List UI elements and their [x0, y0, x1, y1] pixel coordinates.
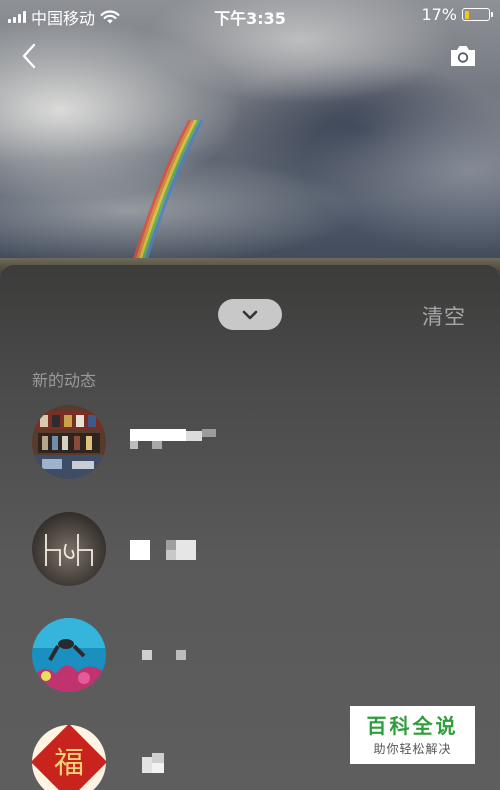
avatar[interactable]	[32, 405, 106, 479]
section-title: 新的动态	[32, 371, 97, 390]
avatar[interactable]	[32, 618, 106, 692]
camera-button[interactable]	[448, 42, 478, 70]
rainbow-graphic	[126, 120, 204, 280]
status-bar: 中国移动 下午3:35 17%	[0, 0, 500, 30]
name-redacted	[130, 749, 190, 775]
watermark-title: 百科全说	[366, 714, 459, 738]
watermark-logo: 百科全说 助你轻松解决	[350, 706, 475, 764]
svg-text:福: 福	[54, 746, 84, 781]
name-redacted	[130, 536, 200, 562]
chevron-down-icon	[242, 310, 258, 319]
camera-icon	[451, 46, 475, 66]
chevron-left-icon	[22, 43, 36, 69]
name-redacted	[130, 642, 190, 668]
avatar[interactable]: 福	[32, 725, 106, 790]
list-item[interactable]	[32, 512, 472, 588]
collapse-button[interactable]	[218, 299, 282, 330]
avatar[interactable]	[32, 512, 106, 586]
battery-percent: 17%	[421, 5, 457, 24]
back-button[interactable]	[16, 40, 46, 72]
status-right: 17%	[421, 5, 493, 24]
battery-icon	[462, 8, 493, 21]
cover-photo[interactable]	[0, 0, 500, 290]
clear-button[interactable]: 清空	[422, 301, 466, 331]
list-item[interactable]	[32, 618, 472, 694]
list-item[interactable]	[32, 405, 472, 481]
battery-fill	[464, 10, 469, 19]
name-redacted	[130, 429, 230, 455]
watermark-subtitle: 助你轻松解决	[373, 742, 452, 756]
